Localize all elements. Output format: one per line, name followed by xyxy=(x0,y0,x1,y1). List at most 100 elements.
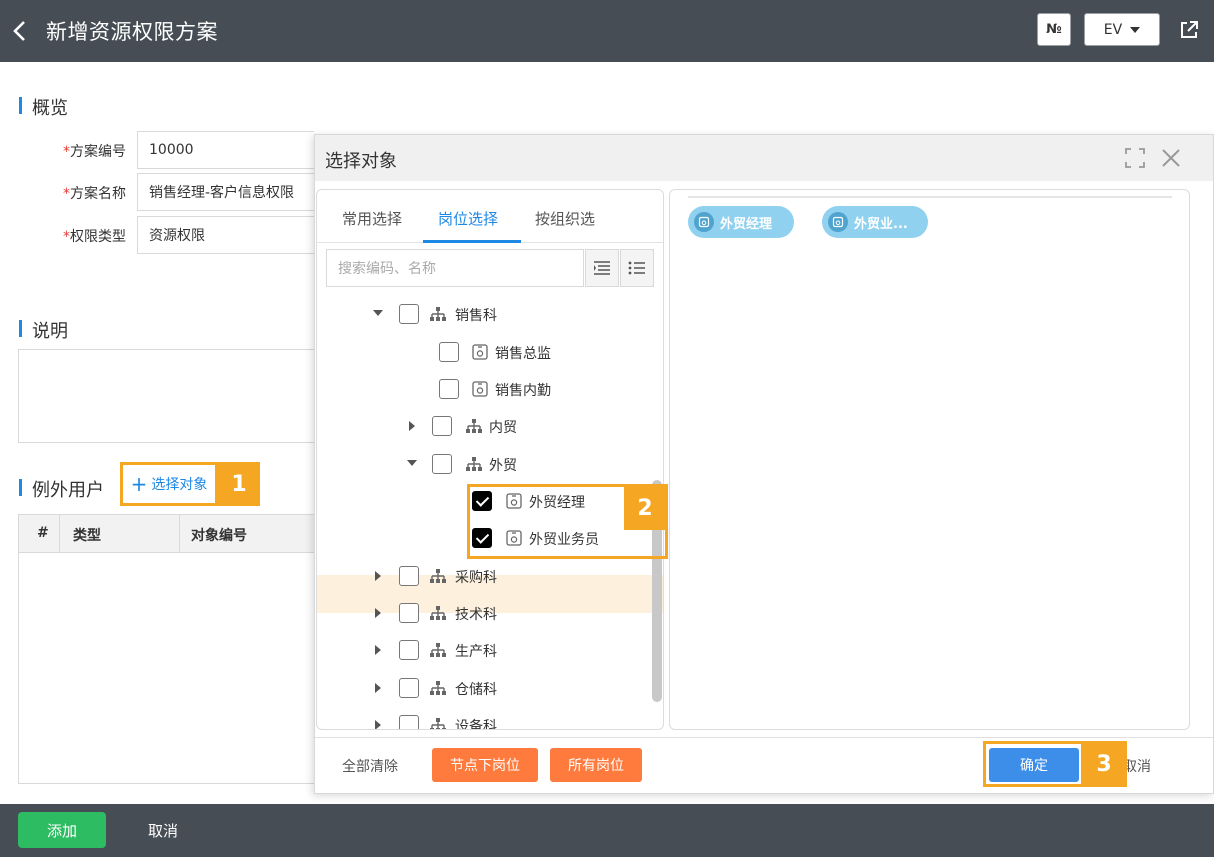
expand-list-button[interactable] xyxy=(585,249,619,287)
search-input[interactable]: 搜索编码、名称 xyxy=(326,249,584,287)
org-structure-icon xyxy=(430,681,446,695)
tree-checkbox[interactable] xyxy=(439,342,459,362)
selected-tag-label: 外贸经理 xyxy=(720,216,773,232)
select-object-label: 选择对象 xyxy=(151,477,208,493)
field-label-scheme-no: *方案编号 xyxy=(63,144,126,160)
org-structure-icon xyxy=(466,419,482,433)
scheme-name-input[interactable]: 销售经理-客户信息权限 xyxy=(137,173,314,211)
post-icon xyxy=(694,212,714,232)
section-marker xyxy=(19,320,22,337)
active-tab-indicator xyxy=(423,240,521,243)
caret-down-icon[interactable] xyxy=(407,460,417,466)
tree-checkbox[interactable] xyxy=(399,678,419,698)
tree-node-label: 销售总监 xyxy=(495,346,551,362)
page-title: 新增资源权限方案 xyxy=(46,20,218,44)
org-structure-icon xyxy=(430,606,446,620)
list-indent-icon xyxy=(594,261,610,275)
caret-right-icon[interactable] xyxy=(375,720,381,729)
caret-right-icon[interactable] xyxy=(409,421,415,431)
selected-tag[interactable]: 外贸经理 xyxy=(688,206,794,238)
org-structure-icon xyxy=(430,307,446,321)
description-title: 说明 xyxy=(32,321,68,342)
tree-node-label: 采购科 xyxy=(455,570,497,586)
tab-common[interactable]: 常用选择 xyxy=(342,208,402,229)
tree-node-warehouse[interactable]: 仓储科 xyxy=(317,670,663,707)
col-object-no: 对象编号 xyxy=(191,528,247,544)
caret-right-icon[interactable] xyxy=(375,571,381,581)
selected-tag[interactable]: 外贸业... xyxy=(822,206,928,238)
clear-all-button[interactable]: 全部清除 xyxy=(342,756,398,776)
tree-node-production[interactable]: 生产科 xyxy=(317,632,663,669)
description-textarea[interactable] xyxy=(18,349,314,443)
tree-node-label: 销售科 xyxy=(455,308,497,324)
all-posts-button[interactable]: 所有岗位 xyxy=(550,748,642,782)
tree-checkbox[interactable] xyxy=(432,454,452,474)
tree-checkbox[interactable] xyxy=(399,640,419,660)
tree-node-label: 仓储科 xyxy=(455,682,497,698)
tree-node-label: 生产科 xyxy=(455,644,497,660)
fullscreen-icon[interactable] xyxy=(1123,146,1147,170)
org-structure-icon xyxy=(430,569,446,583)
tree-node-label: 销售内勤 xyxy=(495,383,551,399)
step-badge-1: 1 xyxy=(218,462,260,506)
post-badge-icon xyxy=(472,381,488,397)
tree-checkbox[interactable] xyxy=(399,566,419,586)
tree-checkbox[interactable] xyxy=(399,715,419,729)
caret-down-icon[interactable] xyxy=(373,310,383,316)
back-arrow-icon[interactable] xyxy=(10,18,30,44)
cancel-button[interactable]: 取消 xyxy=(148,820,178,841)
tree-checkbox[interactable] xyxy=(439,379,459,399)
dialog-header: 选择对象 xyxy=(315,135,1213,181)
tree-node-equipment[interactable]: 设备科 xyxy=(317,707,663,730)
plus-icon: + xyxy=(130,472,148,496)
dialog-title: 选择对象 xyxy=(325,151,397,172)
selected-divider xyxy=(688,196,1172,198)
ev-dropdown[interactable]: EV xyxy=(1084,13,1160,46)
caret-right-icon[interactable] xyxy=(375,608,381,618)
tree-node-domestic[interactable]: 内贸 xyxy=(317,408,663,445)
org-structure-icon xyxy=(430,643,446,657)
caret-right-icon[interactable] xyxy=(375,683,381,693)
tree-checkbox[interactable] xyxy=(432,416,452,436)
tab-org[interactable]: 按组织选 xyxy=(535,208,595,229)
tree-node-foreign[interactable]: 外贸 xyxy=(317,446,663,483)
caret-right-icon[interactable] xyxy=(375,645,381,655)
add-button[interactable]: 添加 xyxy=(18,812,106,848)
dialog-cancel-button[interactable]: 取消 xyxy=(1123,756,1151,776)
confirm-button[interactable]: 确定 xyxy=(989,748,1079,782)
tree-node-label: 设备科 xyxy=(455,719,497,730)
tree-checkbox[interactable] xyxy=(399,603,419,623)
tree-node-sales-director[interactable]: 销售总监 xyxy=(317,334,663,371)
col-index: # xyxy=(37,525,49,541)
permission-type-input[interactable]: 资源权限 xyxy=(137,216,314,254)
selected-panel: 外贸经理 外贸业... xyxy=(669,189,1190,730)
post-badge-icon xyxy=(472,344,488,360)
top-bar: 新增资源权限方案 № EV xyxy=(0,0,1214,62)
tree-node-sales-assistant[interactable]: 销售内勤 xyxy=(317,371,663,408)
org-structure-icon xyxy=(466,457,482,471)
col-type: 类型 xyxy=(73,528,101,544)
chevron-down-icon xyxy=(1130,26,1141,33)
tree-node-purchase[interactable]: 采购科 xyxy=(317,558,663,595)
close-icon[interactable] xyxy=(1159,146,1183,170)
list-button[interactable] xyxy=(620,249,654,287)
overview-title: 概览 xyxy=(32,98,68,119)
scheme-no-input[interactable]: 10000 xyxy=(137,131,314,169)
post-icon xyxy=(828,212,848,232)
tab-post[interactable]: 岗位选择 xyxy=(438,208,498,229)
tree-checkbox[interactable] xyxy=(399,304,419,324)
bottom-bar xyxy=(0,804,1214,857)
step-badge-3: 3 xyxy=(1081,741,1127,787)
node-posts-button[interactable]: 节点下岗位 xyxy=(432,748,538,782)
list-icon xyxy=(628,261,645,275)
tree-node-label: 技术科 xyxy=(455,607,497,623)
org-structure-icon xyxy=(430,718,446,729)
share-icon[interactable] xyxy=(1178,19,1200,41)
tree-node-sales[interactable]: 销售科 xyxy=(317,296,663,333)
field-label-permission-type: *权限类型 xyxy=(63,229,126,245)
tree-panel: 常用选择 岗位选择 按组织选 搜索编码、名称 销售科 销售总监 销售内勤 内贸 外贸 外贸… xyxy=(316,189,664,730)
number-button[interactable]: № xyxy=(1037,13,1071,46)
tree-node-label: 内贸 xyxy=(489,420,517,436)
select-object-link[interactable]: + 选择对象 xyxy=(120,462,218,506)
tree-node-tech[interactable]: 技术科 xyxy=(317,595,663,632)
